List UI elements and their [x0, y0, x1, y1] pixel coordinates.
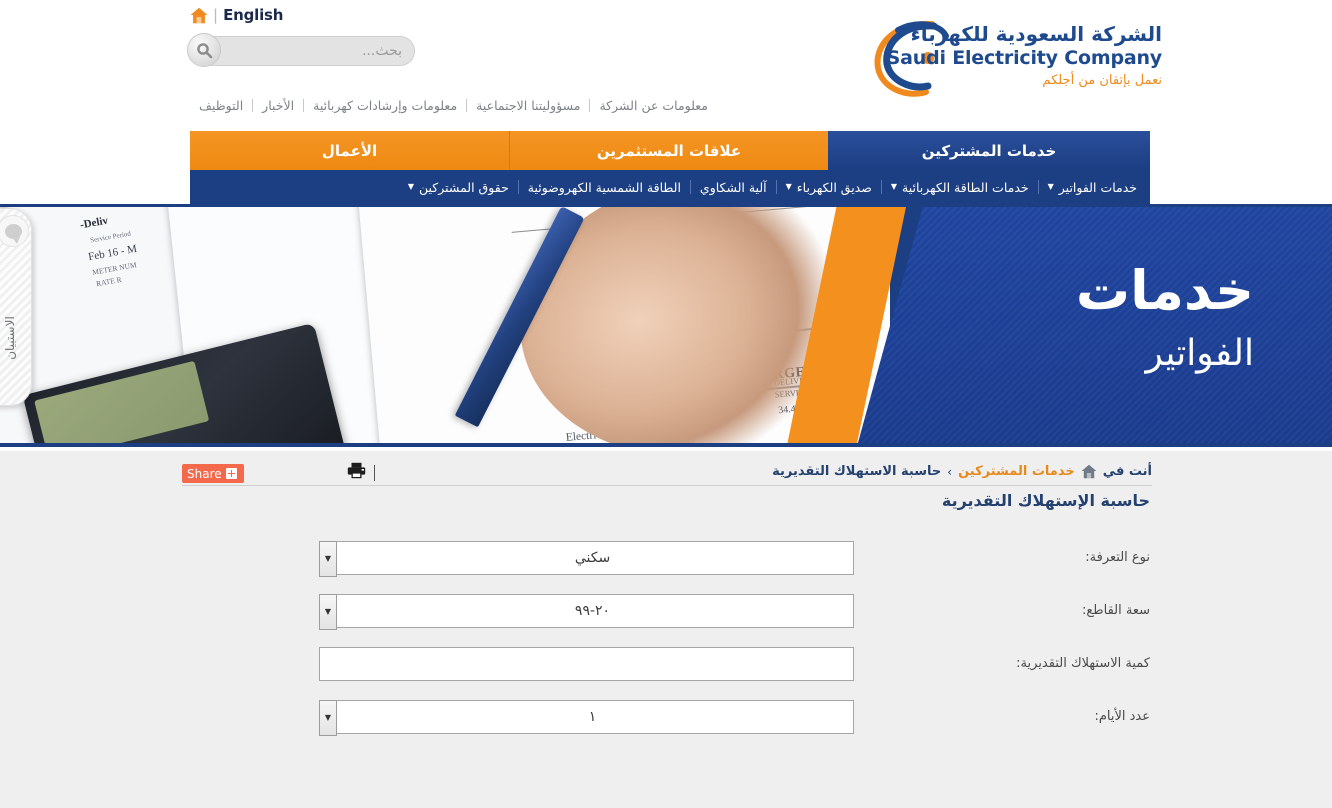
logo-arabic-name: الشركة السعودية للكهرباء — [910, 22, 1162, 46]
input-estimated-consumption[interactable] — [319, 646, 854, 681]
chevron-down-icon: ▼ — [890, 182, 897, 191]
select-tariff-type[interactable]: سكني ▼ — [319, 540, 854, 577]
search-box — [190, 36, 415, 66]
toolbar-row: Share أنت في خدمات المشتركين › حاسبة الا… — [182, 458, 1152, 488]
search-icon — [196, 42, 212, 58]
sub-nav-item-power-services[interactable]: خدمات الطاقة الكهربائية ▼ — [882, 180, 1038, 195]
feedback-tab-label: الاستبيان — [3, 316, 17, 360]
consumption-calculator-form: نوع التعرفة: سكني ▼ سعة القاطع: ٢٠-٩٩ ▼ — [0, 531, 1332, 743]
speech-bubble-icon — [0, 215, 29, 247]
logo-tagline: نعمل بإتقان من أجلكم — [1042, 72, 1162, 88]
chevron-down-icon: ▼ — [407, 182, 415, 191]
breadcrumb-link-customer-services[interactable]: خدمات المشتركين — [958, 464, 1075, 479]
banner-title: خدمات — [1075, 259, 1254, 322]
banner-photograph: Electric Bill ACCOUNT BALANCE Previous B… — [0, 207, 890, 447]
form-row-breaker-capacity: سعة القاطع: ٢٠-٩٩ ▼ — [0, 584, 1332, 637]
control-estimated-consumption — [319, 646, 854, 681]
language-row: English | — [190, 6, 283, 24]
sub-nav-item-subscriber-rights[interactable]: حقوق المشتركين ▼ — [399, 180, 518, 195]
utility-nav-item-3[interactable]: الأخبار — [253, 98, 303, 113]
page-root: English | بحث... الشركة السعودية للكهربا… — [0, 0, 1332, 808]
share-button[interactable]: Share — [182, 464, 244, 483]
sub-nav-label: حقوق المشتركين — [419, 179, 509, 195]
language-separator: | — [213, 6, 219, 24]
breadcrumb: أنت في خدمات المشتركين › حاسبة الاستهلاك… — [772, 464, 1152, 479]
main-nav-tab-customer-services[interactable]: خدمات المشتركين — [828, 131, 1150, 170]
form-row-estimated-consumption: كمية الاستهلاك التقديرية: — [0, 637, 1332, 690]
label-tariff-type: نوع التعرفة: — [1085, 550, 1150, 565]
content-area: Share أنت في خدمات المشتركين › حاسبة الا… — [0, 451, 1332, 808]
form-row-number-of-days: عدد الأيام: ١ ▼ — [0, 690, 1332, 743]
nav-divider — [589, 99, 591, 112]
page-title: حاسبة الإستهلاك التقديرية — [941, 491, 1150, 510]
chevron-down-icon[interactable]: ▼ — [319, 593, 337, 630]
search-button[interactable] — [187, 33, 221, 67]
select-number-of-days-value: ١ — [588, 708, 597, 725]
label-estimated-consumption: كمية الاستهلاك التقديرية: — [1016, 656, 1150, 671]
logo-text-block: الشركة السعودية للكهرباء Saudi Electrici… — [886, 22, 1163, 90]
control-breaker-capacity: ٢٠-٩٩ ▼ — [319, 593, 854, 630]
breadcrumb-separator: › — [947, 464, 953, 479]
utility-nav-item-0[interactable]: معلومات عن الشركة — [590, 98, 717, 113]
main-nav-tab-business[interactable]: الأعمال — [190, 131, 509, 170]
sub-nav-divider — [880, 180, 882, 194]
sub-nav-divider — [517, 180, 519, 194]
banner-subtitle: الفواتير — [1145, 332, 1254, 374]
sub-nav-label: خدمات الفواتير — [1058, 179, 1137, 195]
chevron-down-icon: ▼ — [1047, 182, 1054, 191]
nav-divider — [466, 99, 468, 112]
search-input[interactable] — [224, 37, 404, 65]
sub-nav: خدمات الفواتير ▼ خدمات الطاقة الكهربائية… — [190, 170, 1150, 204]
select-tariff-type-value: سكني — [574, 549, 611, 566]
printer-icon[interactable] — [347, 462, 366, 483]
main-nav: خدمات المشتركين علاقات المستثمرين الأعما… — [190, 131, 1150, 170]
sub-nav-label: الطاقة الشمسية الكهروضوئية — [527, 179, 681, 195]
breadcrumb-prefix: أنت في — [1102, 464, 1152, 479]
select-breaker-capacity[interactable]: ٢٠-٩٩ ▼ — [319, 593, 854, 630]
control-number-of-days: ١ ▼ — [319, 699, 854, 736]
company-logo[interactable]: الشركة السعودية للكهرباء Saudi Electrici… — [872, 14, 1162, 106]
plus-icon — [225, 468, 237, 479]
logo-english-name: Saudi Electricity Company — [886, 47, 1163, 69]
toolbar-divider — [374, 464, 375, 481]
print-group — [347, 462, 375, 483]
utility-nav-item-2[interactable]: معلومات وإرشادات كهربائية — [304, 98, 466, 113]
chevron-down-icon[interactable]: ▼ — [319, 540, 337, 577]
search-area — [187, 33, 415, 67]
chevron-down-icon: ▼ — [785, 182, 792, 191]
nav-divider — [303, 99, 305, 112]
sub-nav-divider — [775, 180, 777, 194]
content-divider — [182, 485, 1152, 486]
utility-nav-item-4[interactable]: التوظيف — [190, 98, 252, 113]
label-breaker-capacity: سعة القاطع: — [1081, 603, 1150, 618]
sub-nav-divider — [689, 180, 691, 194]
banner-text-block: خدمات الفواتير — [1075, 259, 1254, 374]
sub-nav-label: خدمات الطاقة الكهربائية — [902, 179, 1029, 195]
utility-nav: معلومات عن الشركة مسؤوليتنا الاجتماعية م… — [190, 98, 717, 113]
sub-nav-label: صديق الكهرباء — [796, 179, 872, 195]
breadcrumb-current: حاسبة الاستهلاك التقديرية — [772, 464, 942, 479]
sub-nav-label: آلية الشكاوي — [699, 179, 767, 195]
sub-nav-item-complaints[interactable]: آلية الشكاوي — [691, 180, 776, 195]
select-breaker-capacity-value: ٢٠-٩٩ — [574, 602, 611, 619]
hero-banner: Electric Bill ACCOUNT BALANCE Previous B… — [0, 204, 1332, 447]
utility-nav-item-1[interactable]: مسؤوليتنا الاجتماعية — [467, 98, 589, 113]
select-number-of-days[interactable]: ١ ▼ — [319, 699, 854, 736]
sub-nav-divider — [1037, 180, 1039, 194]
chevron-down-icon[interactable]: ▼ — [319, 699, 337, 736]
home-icon[interactable] — [190, 7, 208, 24]
feedback-tab[interactable]: الاستبيان — [0, 208, 32, 406]
sub-nav-item-billing-services[interactable]: خدمات الفواتير ▼ — [1039, 180, 1146, 195]
nav-divider — [252, 99, 254, 112]
home-icon[interactable] — [1081, 464, 1097, 479]
share-button-label: Share — [187, 466, 222, 481]
control-tariff-type: سكني ▼ — [319, 540, 854, 577]
label-number-of-days: عدد الأيام: — [1094, 709, 1150, 724]
sub-nav-item-solar-pv[interactable]: الطاقة الشمسية الكهروضوئية — [519, 180, 690, 195]
form-row-tariff-type: نوع التعرفة: سكني ▼ — [0, 531, 1332, 584]
language-switch-link[interactable]: English — [223, 6, 283, 24]
sub-nav-item-electricity-friend[interactable]: صديق الكهرباء ▼ — [777, 180, 881, 195]
banner-bottom-rule — [0, 443, 1332, 447]
main-nav-tab-investor-relations[interactable]: علاقات المستثمرين — [509, 131, 828, 170]
